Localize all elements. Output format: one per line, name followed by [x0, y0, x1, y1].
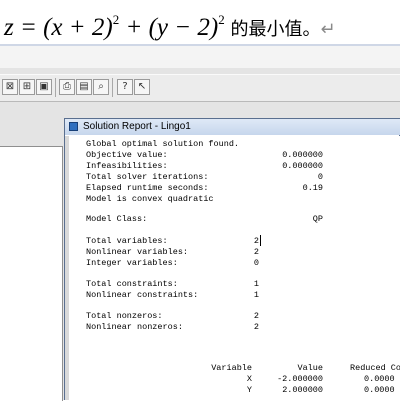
print-icon[interactable]: ▤ — [76, 79, 92, 95]
context-help-icon[interactable]: ↖ — [134, 79, 150, 95]
model-note: Model is convex quadratic — [86, 194, 214, 204]
solution-report-window[interactable]: Solution Report - Lingo1 Global optimal … — [64, 118, 400, 400]
lingo-app-area: ⊠ ⊞ ▣ ⎙ ▤ ⌕ ? ↖ Solution Report - Lingo1… — [0, 46, 400, 401]
nonlinear-nonzeros-value: 2 — [253, 322, 259, 332]
total-variables-value: 2 — [253, 236, 259, 246]
infeasibilities-value: 0.000000 — [282, 161, 323, 171]
document-strip: z = (x + 2)2 + (y − 2)2 的最小值。↵ — [0, 0, 400, 46]
nonlinear-variables-value: 2 — [253, 247, 259, 257]
text-cursor — [260, 235, 261, 246]
nonlinear-constraints-value: 1 — [253, 290, 259, 300]
formula-tail: 的最小值。 — [224, 19, 321, 40]
nonlinear-variables-label: Nonlinear variables: — [86, 247, 189, 257]
window-title: Solution Report - Lingo1 — [83, 121, 191, 132]
formula-prefix: z = (x + 2) — [4, 14, 113, 41]
objective-value: 0.000000 — [282, 150, 323, 160]
table-row-x-reduced-cost: 0.0000 — [364, 374, 395, 384]
runtime-value: 0.19 — [302, 183, 323, 193]
report-text-area[interactable]: Global optimal solution found. Objective… — [65, 136, 400, 400]
app-gap — [0, 46, 400, 68]
model-class-label: Model Class: — [86, 214, 148, 224]
total-variables-label: Total variables: — [86, 236, 168, 246]
window-titlebar[interactable]: Solution Report - Lingo1 — [65, 119, 400, 135]
report-gutter — [65, 136, 69, 400]
table-header-variable: Variable — [211, 363, 252, 373]
find-replace-icon[interactable]: ⌕ — [93, 79, 109, 95]
infeasibilities-label: Infeasibilities: — [86, 161, 168, 171]
toolbar-separator — [55, 78, 56, 97]
table-row-y-value: 2.000000 — [282, 385, 323, 395]
image-icon[interactable]: ▣ — [36, 79, 52, 95]
close-window-icon[interactable]: ⊠ — [2, 79, 18, 95]
table-header-reduced-cost: Reduced Co — [350, 363, 400, 373]
iterations-value: 0 — [317, 172, 323, 182]
nonlinear-constraints-label: Nonlinear constraints: — [86, 290, 199, 300]
paragraph-return-icon: ↵ — [320, 19, 336, 40]
table-row-x-value: -2.000000 — [277, 374, 323, 384]
table-row-y-name: Y — [246, 385, 252, 395]
total-constraints-value: 1 — [253, 279, 259, 289]
status-line: Global optimal solution found. — [86, 139, 240, 149]
iterations-label: Total solver iterations: — [86, 172, 209, 182]
print-preview-icon[interactable]: ⎙ — [59, 79, 75, 95]
total-nonzeros-label: Total nonzeros: — [86, 311, 163, 321]
grid-x-icon[interactable]: ⊞ — [19, 79, 35, 95]
total-constraints-label: Total constraints: — [86, 279, 178, 289]
objective-label: Objective value: — [86, 150, 168, 160]
table-header-value: Value — [297, 363, 323, 373]
toolbar-separator — [112, 78, 113, 97]
help-icon[interactable]: ? — [117, 79, 133, 95]
model-class-value: QP — [312, 214, 323, 224]
left-pane[interactable] — [0, 146, 63, 401]
nonlinear-nonzeros-label: Nonlinear nonzeros: — [86, 322, 183, 332]
table-row-x-name: X — [246, 374, 252, 384]
table-row-y-reduced-cost: 0.0000 — [364, 385, 395, 395]
total-nonzeros-value: 2 — [253, 311, 259, 321]
formula-mid: + (y − 2) — [119, 14, 219, 41]
lingo-window-icon — [69, 122, 78, 131]
integer-variables-value: 0 — [253, 258, 259, 268]
formula-line: z = (x + 2)2 + (y − 2)2 的最小值。↵ — [4, 4, 336, 46]
integer-variables-label: Integer variables: — [86, 258, 178, 268]
runtime-label: Elapsed runtime seconds: — [86, 183, 209, 193]
toolbar: ⊠ ⊞ ▣ ⎙ ▤ ⌕ ? ↖ — [0, 74, 400, 102]
